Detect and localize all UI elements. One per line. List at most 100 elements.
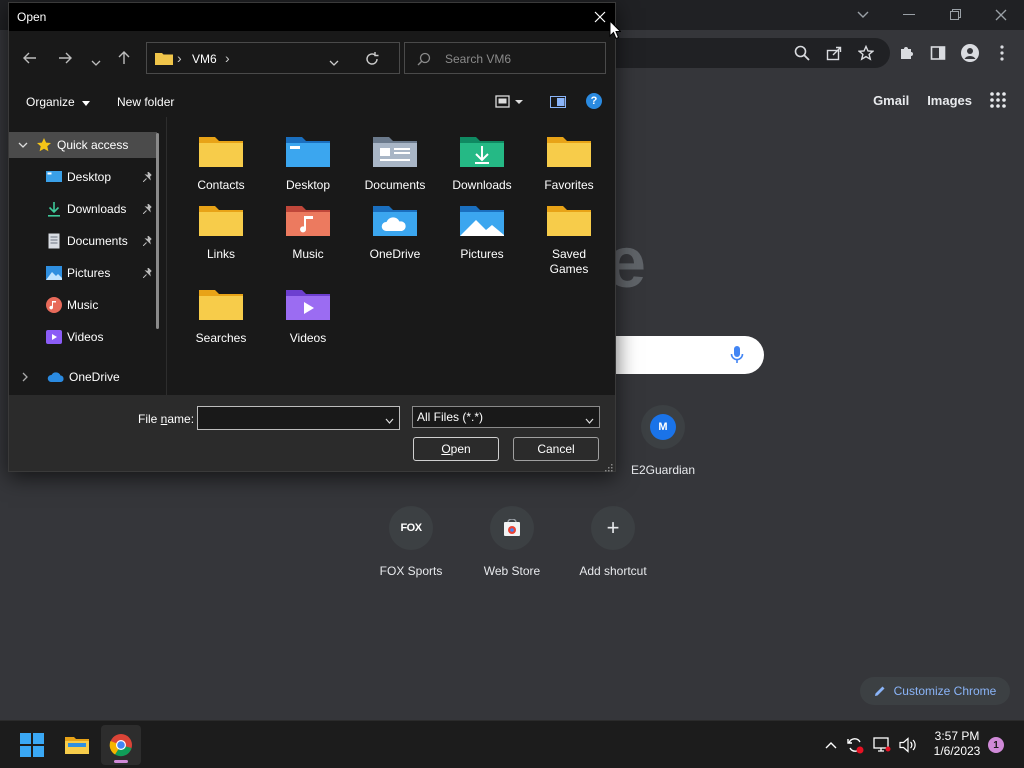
- forward-button[interactable]: [54, 47, 76, 69]
- shortcut-fox-sports[interactable]: FOX FOX Sports: [361, 506, 461, 578]
- file-list-pane: Contacts Desktop Documents Downloads Fav…: [166, 117, 615, 395]
- shortcut-initial: M: [650, 414, 676, 440]
- filetype-select[interactable]: All Files (*.*): [412, 406, 600, 428]
- dialog-titlebar: Open: [9, 3, 615, 31]
- file-item-saved-games[interactable]: Saved Games: [527, 200, 611, 277]
- images-link[interactable]: Images: [927, 93, 972, 108]
- shortcut-e2guardian[interactable]: M E2Guardian: [613, 405, 713, 477]
- recent-locations-button[interactable]: [85, 47, 107, 69]
- navigation-scrollbar[interactable]: [156, 133, 159, 329]
- chrome-taskbar-button[interactable]: [101, 725, 141, 765]
- folder-icon: [547, 206, 591, 236]
- address-history-chevron-icon[interactable]: [329, 55, 339, 66]
- file-item-music[interactable]: Music: [266, 200, 350, 262]
- file-label: Saved Games: [549, 247, 589, 276]
- help-icon[interactable]: ?: [586, 93, 602, 109]
- folder-icon: [199, 290, 243, 320]
- file-explorer-taskbar-button[interactable]: [57, 725, 97, 765]
- zoom-icon[interactable]: [792, 43, 812, 63]
- chevron-down-icon: [82, 95, 91, 106]
- file-item-favorites[interactable]: Favorites: [527, 131, 611, 193]
- file-item-desktop[interactable]: Desktop: [266, 131, 350, 193]
- filename-input[interactable]: [197, 406, 400, 430]
- nav-item-onedrive[interactable]: OneDrive: [9, 364, 157, 390]
- shortcut-label: Web Store: [483, 564, 541, 578]
- close-window-icon[interactable]: [978, 0, 1024, 30]
- breadcrumb-separator: ›: [225, 50, 230, 66]
- extensions-icon[interactable]: [896, 43, 916, 63]
- taskbar: 3:57 PM 1/6/2023 1: [0, 720, 1024, 768]
- dialog-body: Quick access Desktop Downloads Documents…: [9, 117, 615, 395]
- sync-status-icon[interactable]: [845, 735, 865, 755]
- videos-icon: [45, 328, 63, 346]
- up-button[interactable]: [113, 47, 135, 69]
- shortcut-add[interactable]: + Add shortcut: [563, 506, 663, 578]
- file-label: Videos: [289, 331, 327, 345]
- pencil-icon: [874, 685, 886, 697]
- share-icon[interactable]: [824, 43, 844, 63]
- file-item-links[interactable]: Links: [179, 200, 263, 262]
- search-input[interactable]: Search VM6: [404, 42, 606, 74]
- refresh-icon[interactable]: [365, 52, 379, 66]
- file-item-onedrive[interactable]: OneDrive: [353, 200, 437, 262]
- organize-button[interactable]: Organize: [26, 95, 91, 109]
- view-options-icon[interactable]: [495, 95, 525, 109]
- nav-item-videos[interactable]: Videos: [9, 324, 157, 350]
- bookmark-star-icon[interactable]: [856, 43, 876, 63]
- breadcrumb-separator: ›: [177, 50, 182, 66]
- voice-search-icon[interactable]: [730, 346, 744, 364]
- file-label: Downloads: [452, 178, 512, 192]
- minimize-icon[interactable]: [886, 0, 932, 30]
- pictures-folder-icon: [460, 206, 504, 236]
- taskbar-clock[interactable]: 3:57 PM 1/6/2023: [920, 729, 994, 759]
- restore-icon[interactable]: [932, 0, 978, 30]
- file-item-documents[interactable]: Documents: [353, 131, 437, 193]
- chevron-down-icon[interactable]: [385, 413, 394, 424]
- gmail-link[interactable]: Gmail: [873, 93, 909, 108]
- chevron-down-icon: [91, 55, 101, 66]
- shortcut-web-store[interactable]: Web Store: [462, 506, 562, 578]
- file-item-videos[interactable]: Videos: [266, 284, 350, 346]
- notification-badge[interactable]: 1: [988, 737, 1004, 753]
- shortcut-label: E2Guardian: [630, 463, 696, 477]
- filetype-value: All Files (*.*): [417, 410, 484, 424]
- file-item-searches[interactable]: Searches: [179, 284, 263, 346]
- pin-icon: [142, 202, 153, 217]
- back-button[interactable]: [19, 47, 41, 69]
- new-folder-button[interactable]: New folder: [117, 95, 174, 109]
- file-label: Pictures: [460, 247, 504, 261]
- file-item-pictures[interactable]: Pictures: [440, 200, 524, 262]
- show-hidden-icons-chevron-icon[interactable]: [821, 735, 841, 755]
- videos-folder-icon: [286, 290, 330, 320]
- omnibox[interactable]: [600, 38, 890, 68]
- tab-search-icon[interactable]: [840, 0, 886, 30]
- profile-icon[interactable]: [960, 43, 980, 63]
- folder-icon: [155, 51, 173, 65]
- breadcrumb-folder[interactable]: VM6: [192, 52, 217, 66]
- music-icon: [45, 296, 63, 314]
- side-panel-icon[interactable]: [928, 43, 948, 63]
- cancel-button[interactable]: Cancel: [513, 437, 599, 461]
- folder-icon: [547, 137, 591, 167]
- nav-item-music[interactable]: Music: [9, 292, 157, 318]
- preview-pane-icon[interactable]: [550, 95, 566, 109]
- network-icon[interactable]: [872, 735, 892, 755]
- file-label: Searches: [195, 331, 247, 345]
- address-bar[interactable]: › VM6 ›: [146, 42, 400, 74]
- file-item-downloads[interactable]: Downloads: [440, 131, 524, 193]
- open-button[interactable]: Open: [413, 437, 499, 461]
- resize-grip-icon[interactable]: [605, 461, 613, 472]
- nav-item-downloads[interactable]: Downloads: [9, 196, 157, 222]
- nav-item-desktop[interactable]: Desktop: [9, 164, 157, 190]
- folder-icon: [199, 206, 243, 236]
- start-button[interactable]: [12, 725, 52, 765]
- chrome-menu-icon[interactable]: [992, 43, 1012, 63]
- web-store-icon: [490, 506, 534, 550]
- volume-icon[interactable]: [898, 735, 918, 755]
- nav-item-documents[interactable]: Documents: [9, 228, 157, 254]
- apps-grid-icon[interactable]: [990, 92, 1006, 108]
- nav-item-quick-access[interactable]: Quick access: [9, 132, 157, 158]
- file-item-contacts[interactable]: Contacts: [179, 131, 263, 193]
- nav-item-pictures[interactable]: Pictures: [9, 260, 157, 286]
- customize-chrome-button[interactable]: Customize Chrome: [860, 677, 1010, 705]
